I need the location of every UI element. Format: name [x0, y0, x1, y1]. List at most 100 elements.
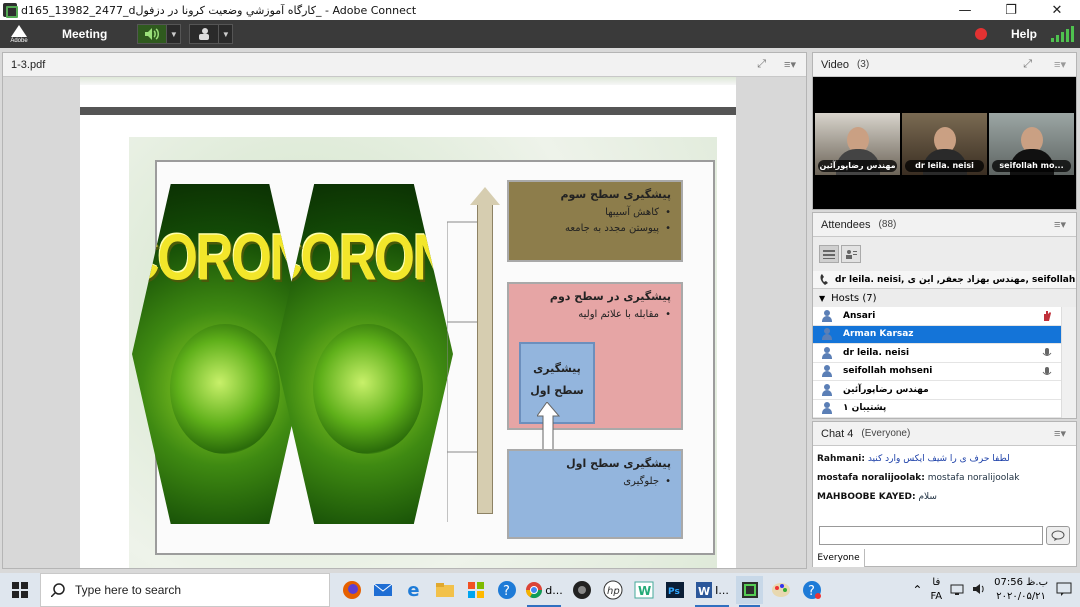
attendees-pod-title: Attendees: [821, 218, 871, 231]
camera-app-icon[interactable]: [568, 576, 595, 604]
volume-icon[interactable]: [972, 583, 986, 598]
level1-inner-line2: سطح اول: [530, 384, 584, 397]
list-view-icon[interactable]: [819, 245, 839, 263]
list-item[interactable]: مهندس رضاپورآئين: [813, 381, 1061, 400]
svg-text:W: W: [638, 584, 651, 598]
adobe-logo: Adobe: [0, 20, 38, 48]
network-icon[interactable]: [950, 583, 964, 598]
video-tile-name: seifollah mo...: [992, 160, 1071, 172]
level3-item: کاهش آسيبها: [519, 207, 671, 218]
chat-message: MAHBOOBE KAYED: سلام: [817, 492, 1072, 511]
share-pod-title: 1-3.pdf: [11, 58, 46, 71]
level2-box: پيشگيری در سطح دوم مقابله با علائم اوليه…: [507, 282, 683, 430]
list-item[interactable]: Arman Karsaz: [813, 325, 1061, 344]
svg-text:W: W: [698, 585, 710, 598]
audio-dropdown[interactable]: ▼: [167, 24, 182, 44]
adobe-connect-icon[interactable]: [736, 576, 763, 607]
hp-icon[interactable]: hp: [599, 576, 626, 604]
help-tray-icon[interactable]: ?: [798, 576, 825, 604]
list-item[interactable]: seifollah mohseni: [813, 363, 1061, 381]
list-item[interactable]: پشتيبان ۱: [813, 400, 1061, 418]
raised-hand-icon: [1041, 310, 1053, 322]
winscp-icon[interactable]: W: [630, 576, 657, 604]
chrome-task-label: d...: [545, 583, 563, 597]
level1-box: پيشگيری سطح اول جلوگيری: [507, 449, 683, 539]
notifications-icon[interactable]: [1056, 582, 1072, 599]
list-item[interactable]: dr leila. neisi: [813, 344, 1061, 363]
chat-text: سلام: [918, 492, 937, 502]
connection-signal-icon: [1051, 26, 1074, 42]
pod-options-icon[interactable]: ≡▾: [784, 58, 796, 71]
video-tile[interactable]: مهندس رضاپورآئين: [815, 113, 900, 175]
edge-icon[interactable]: e: [400, 576, 427, 604]
chat-input[interactable]: [819, 526, 1043, 545]
level1-title: پيشگيری سطح اول: [566, 457, 671, 470]
level1-item: جلوگيری: [519, 476, 671, 487]
attendees-pod: Attendees (88) ≡▾ dr leila. neisi, مهندس…: [812, 212, 1077, 419]
system-tray: ⌃ فا FA 07:56 ب.ظ ۲۰۲۰/۰۵/۲۱: [912, 576, 1072, 604]
level1-inner-line1: پيشگيری: [533, 362, 581, 375]
input-language[interactable]: فا FA: [930, 576, 942, 604]
speaker-on-icon[interactable]: [137, 24, 168, 44]
mail-icon[interactable]: [369, 576, 396, 604]
breakout-view-icon[interactable]: [841, 245, 861, 263]
chat-pod: Chat 4 (Everyone) ≡▾ Rahmani: لطفا حرف ی…: [812, 421, 1077, 567]
webcam-icon[interactable]: [189, 24, 220, 44]
search-icon: [51, 583, 65, 597]
menubar: Adobe Meeting ▼ ▼ Help: [0, 20, 1080, 48]
recording-indicator[interactable]: [974, 28, 987, 40]
chrome-icon[interactable]: d...: [524, 576, 564, 607]
help-icon[interactable]: ?: [493, 576, 520, 604]
level3-title: پيشگيری سطح سوم: [560, 188, 671, 201]
pod-options-icon[interactable]: ≡▾: [1054, 427, 1066, 440]
attendee-list-scrollbar[interactable]: [1061, 307, 1076, 418]
active-speakers-text: dr leila. neisi, مهندس بهزاد جعفر, این ی…: [835, 274, 1076, 285]
help-menu[interactable]: Help: [1011, 27, 1037, 41]
user-icon: [821, 402, 833, 415]
store-icon[interactable]: [462, 576, 489, 604]
close-button[interactable]: ✕: [1034, 0, 1080, 20]
windows-start-button[interactable]: [0, 573, 40, 607]
file-explorer-icon[interactable]: [431, 576, 458, 604]
speech-bubble-icon: [1051, 530, 1065, 541]
share-pod-header: 1-3.pdf ⤢ ≡▾: [3, 53, 806, 77]
video-tile[interactable]: dr leila. neisi: [902, 113, 987, 175]
attendee-list: Ansari Arman Karsaz dr leila. neisi seif…: [813, 307, 1061, 418]
clock[interactable]: 07:56 ب.ظ ۲۰۲۰/۰۵/۲۱: [994, 576, 1048, 604]
fullscreen-icon[interactable]: ⤢: [757, 58, 766, 71]
chat-send-button[interactable]: [1046, 526, 1070, 545]
restore-button[interactable]: ❐: [988, 0, 1034, 20]
level3-item: پيوستن مجدد به جامعه: [519, 223, 671, 234]
paint-icon[interactable]: [767, 576, 794, 604]
video-pod: Video (3) ⤢ ≡▾ مهندس رضاپورآئين dr leila…: [812, 52, 1077, 210]
pod-options-icon[interactable]: ≡▾: [1054, 58, 1066, 71]
hosts-label: Hosts (7): [831, 292, 877, 304]
list-item[interactable]: Ansari: [813, 307, 1061, 326]
firefox-icon[interactable]: [338, 576, 365, 604]
minimize-button[interactable]: —: [942, 0, 988, 20]
attendee-name: پشتيبان ۱: [843, 403, 887, 414]
chat-tab-everyone[interactable]: Everyone: [813, 549, 865, 567]
chat-scope: (Everyone): [861, 428, 911, 439]
fullscreen-icon[interactable]: ⤢: [1023, 58, 1032, 71]
chevron-up-icon[interactable]: ⌃: [912, 583, 922, 597]
virus-illustration: [313, 324, 423, 454]
pod-options-icon[interactable]: ≡▾: [1054, 218, 1066, 231]
microphone-icon: [1041, 347, 1053, 359]
word-icon[interactable]: W I...: [692, 576, 732, 607]
photoshop-icon[interactable]: Ps: [661, 576, 688, 604]
camera-dropdown[interactable]: ▼: [219, 24, 234, 44]
slide-content: CORON CORONA پيشگيری سطح سوم • کاهش آسيب…: [132, 160, 715, 555]
window-titlebar: d165_13982_2477_dکارگاه آموزشي وضعيت کرو…: [0, 0, 1080, 20]
video-tile[interactable]: seifollah mo...: [989, 113, 1074, 175]
user-icon: [821, 328, 833, 341]
hosts-section-header[interactable]: ▼ Hosts (7): [813, 289, 1076, 307]
chat-pod-header: Chat 4 (Everyone) ≡▾: [813, 422, 1076, 446]
user-icon: [821, 365, 833, 378]
clock-date: ۲۰۲۰/۰۵/۲۱: [996, 591, 1046, 602]
taskbar-search-box[interactable]: Type here to search: [40, 573, 330, 607]
meeting-menu[interactable]: Meeting: [62, 27, 107, 41]
windows-taskbar: Type here to search e ? d... hp W Ps W I…: [0, 573, 1080, 607]
search-placeholder: Type here to search: [75, 583, 182, 597]
user-icon: [821, 309, 833, 322]
